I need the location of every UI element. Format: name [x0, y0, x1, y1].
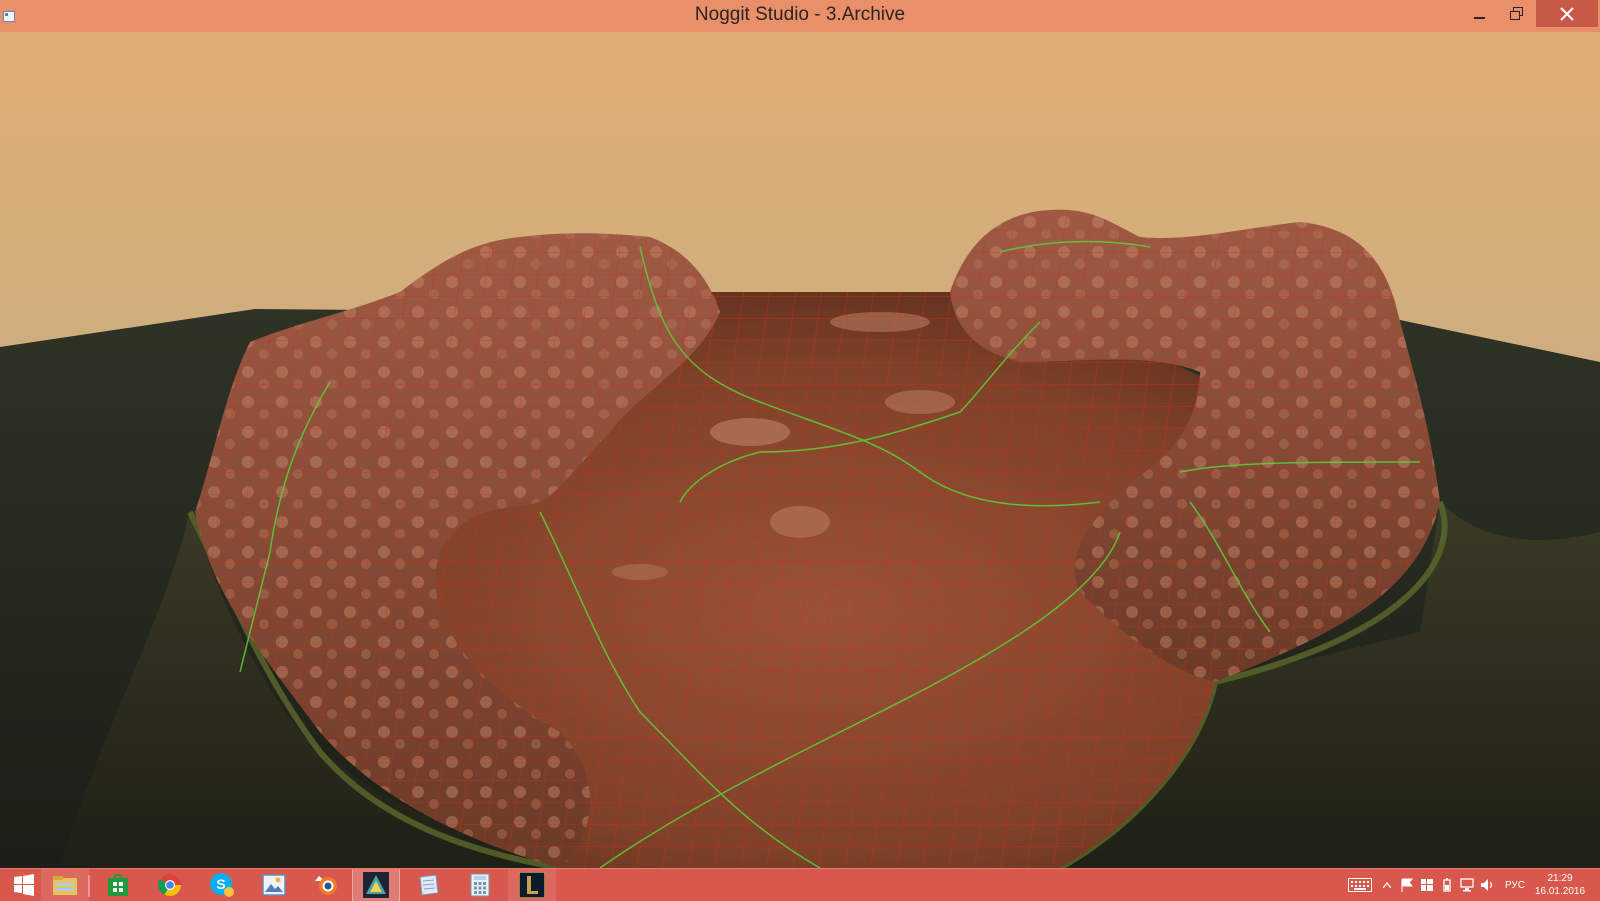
- taskbar-image-viewer[interactable]: [250, 869, 298, 901]
- league-launcher-icon: [519, 872, 545, 898]
- taskbar-league-launcher[interactable]: [508, 869, 556, 901]
- blender-icon: [315, 876, 337, 895]
- power-icon: [1443, 878, 1451, 892]
- close-button[interactable]: [1536, 0, 1598, 27]
- file-explorer-icon: [53, 876, 77, 895]
- taskbar-notepad[interactable]: [404, 869, 452, 901]
- taskbar-separator: [88, 875, 90, 897]
- title-bar: Noggit Studio - 3.Archive: [0, 0, 1600, 33]
- taskbar-noggit[interactable]: [352, 869, 400, 901]
- tray-language[interactable]: РУС: [1500, 869, 1530, 901]
- clock-time: 21:29: [1547, 873, 1573, 884]
- restore-button[interactable]: [1498, 0, 1532, 27]
- image-viewer-icon: [262, 874, 286, 896]
- terrain-render: [0, 32, 1600, 868]
- volume-icon: [1481, 879, 1493, 891]
- restore-icon: [1509, 6, 1523, 20]
- tray-action-center[interactable]: [1398, 869, 1416, 901]
- svg-text:S: S: [216, 876, 225, 892]
- keyboard-icon: [1348, 878, 1372, 892]
- language-indicator: РУС: [1504, 879, 1526, 891]
- skype-icon: S: [210, 873, 234, 897]
- tray-show-hidden[interactable]: [1380, 869, 1394, 901]
- windows-icon: [1421, 879, 1433, 891]
- clock-date: 16.01.2016: [1534, 886, 1586, 897]
- noggit-icon: [363, 872, 389, 898]
- chrome-icon: [158, 874, 181, 896]
- tray-clock[interactable]: 21:29 16.01.2016: [1528, 872, 1592, 898]
- windows-start-icon: [14, 874, 34, 896]
- taskbar: S РУС 21:29 16.01.2016: [0, 868, 1600, 901]
- taskbar-file-explorer[interactable]: [41, 869, 89, 901]
- tray-keyboard[interactable]: [1345, 869, 1375, 901]
- tray-network[interactable]: [1458, 869, 1476, 901]
- tray-windows[interactable]: [1418, 869, 1436, 901]
- calculator-icon: [470, 873, 490, 897]
- flag-icon: [1401, 878, 1413, 892]
- terrain-viewport[interactable]: [0, 32, 1600, 868]
- window-title: Noggit Studio - 3.Archive: [694, 4, 906, 25]
- show-hidden-icon: [1383, 882, 1391, 888]
- taskbar-chrome[interactable]: [146, 869, 194, 901]
- taskbar-blender[interactable]: [302, 869, 350, 901]
- minimize-button[interactable]: [1462, 0, 1496, 27]
- network-icon: [1460, 878, 1474, 892]
- store-icon: [108, 874, 128, 896]
- taskbar-skype[interactable]: S: [198, 869, 246, 901]
- taskbar-store[interactable]: [94, 869, 142, 901]
- tray-power[interactable]: [1438, 869, 1456, 901]
- notepad-icon: [419, 874, 439, 896]
- tray-volume[interactable]: [1478, 869, 1496, 901]
- close-icon: [1560, 6, 1574, 21]
- taskbar-calculator[interactable]: [456, 869, 504, 901]
- minimize-icon: [1473, 16, 1485, 19]
